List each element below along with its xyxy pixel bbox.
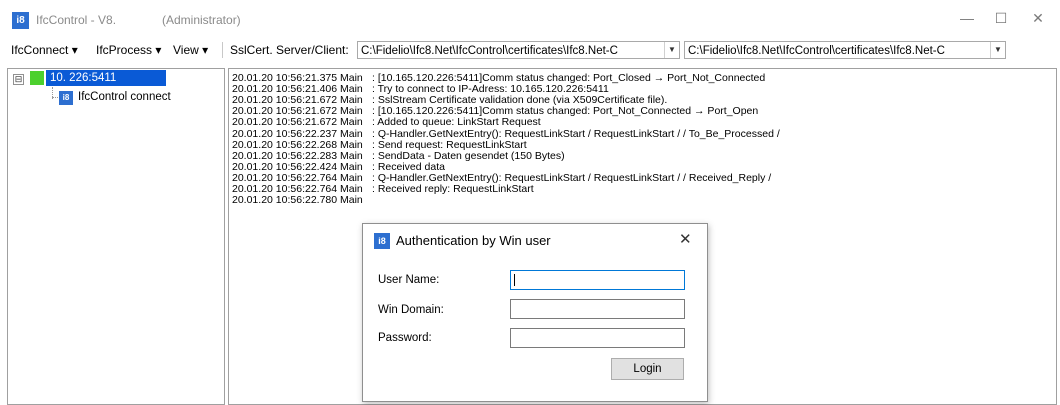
title-bar: i8 IfcControl - V8. (Administrator) — ☐ … <box>0 0 1060 38</box>
login-button[interactable]: Login <box>611 358 684 380</box>
close-window-button[interactable]: ✕ <box>1015 4 1060 32</box>
ifc-app-icon: i8 <box>374 233 390 249</box>
client-cert-value: C:\Fidelio\Ifc8.Net\IfcControl\certifica… <box>688 45 945 57</box>
chevron-down-icon[interactable]: ▼ <box>990 42 1005 58</box>
window-title: IfcControl - V8. <box>36 13 117 27</box>
tree-root-node[interactable]: 10. 226:5411 <box>46 70 166 86</box>
chevron-down-icon[interactable]: ▼ <box>664 42 679 58</box>
password-label: Password: <box>378 332 432 344</box>
client-cert-select[interactable]: C:\Fidelio\Ifc8.Net\IfcControl\certifica… <box>684 41 1006 59</box>
menu-ifcconnect[interactable]: IfcConnect ▾ <box>11 43 78 57</box>
dialog-close-button[interactable]: ✕ <box>679 230 692 248</box>
text-caret <box>514 274 515 286</box>
user-name-input[interactable] <box>510 270 685 290</box>
win-domain-input[interactable] <box>510 299 685 319</box>
log-message: : Received reply: RequestLinkStart <box>372 183 534 195</box>
win-domain-label: Win Domain: <box>378 304 444 316</box>
user-name-label: User Name: <box>378 274 440 286</box>
password-input[interactable] <box>510 328 685 348</box>
menu-ifcprocess[interactable]: IfcProcess ▾ <box>96 43 161 57</box>
server-cert-select[interactable]: C:\Fidelio\Ifc8.Net\IfcControl\certifica… <box>357 41 680 59</box>
log-timestamp: 20.01.20 10:56:22.780 Main <box>232 194 363 207</box>
collapse-icon[interactable]: ⊟ <box>13 74 24 85</box>
auth-dialog: i8 Authentication by Win user ✕ User Nam… <box>362 223 708 402</box>
menu-bar: IfcConnect ▾ IfcProcess ▾ View ▾ SslCert… <box>0 38 1060 62</box>
window-admin-label: (Administrator) <box>162 13 241 27</box>
tree-line <box>52 97 58 99</box>
connection-tree[interactable]: ⊟ 10. 226:5411 i8 IfcControl connect <box>7 68 225 405</box>
server-cert-value: C:\Fidelio\Ifc8.Net\IfcControl\certifica… <box>361 45 618 57</box>
connection-status-icon <box>30 71 44 85</box>
ifc-app-icon: i8 <box>59 91 73 105</box>
app-icon: i8 <box>12 12 29 29</box>
sslcert-label: SslCert. Server/Client: <box>230 43 349 57</box>
tree-child-node[interactable]: IfcControl connect <box>78 91 171 103</box>
menu-separator <box>222 42 223 58</box>
dialog-title: Authentication by Win user <box>396 233 551 248</box>
menu-view[interactable]: View ▾ <box>173 43 208 57</box>
